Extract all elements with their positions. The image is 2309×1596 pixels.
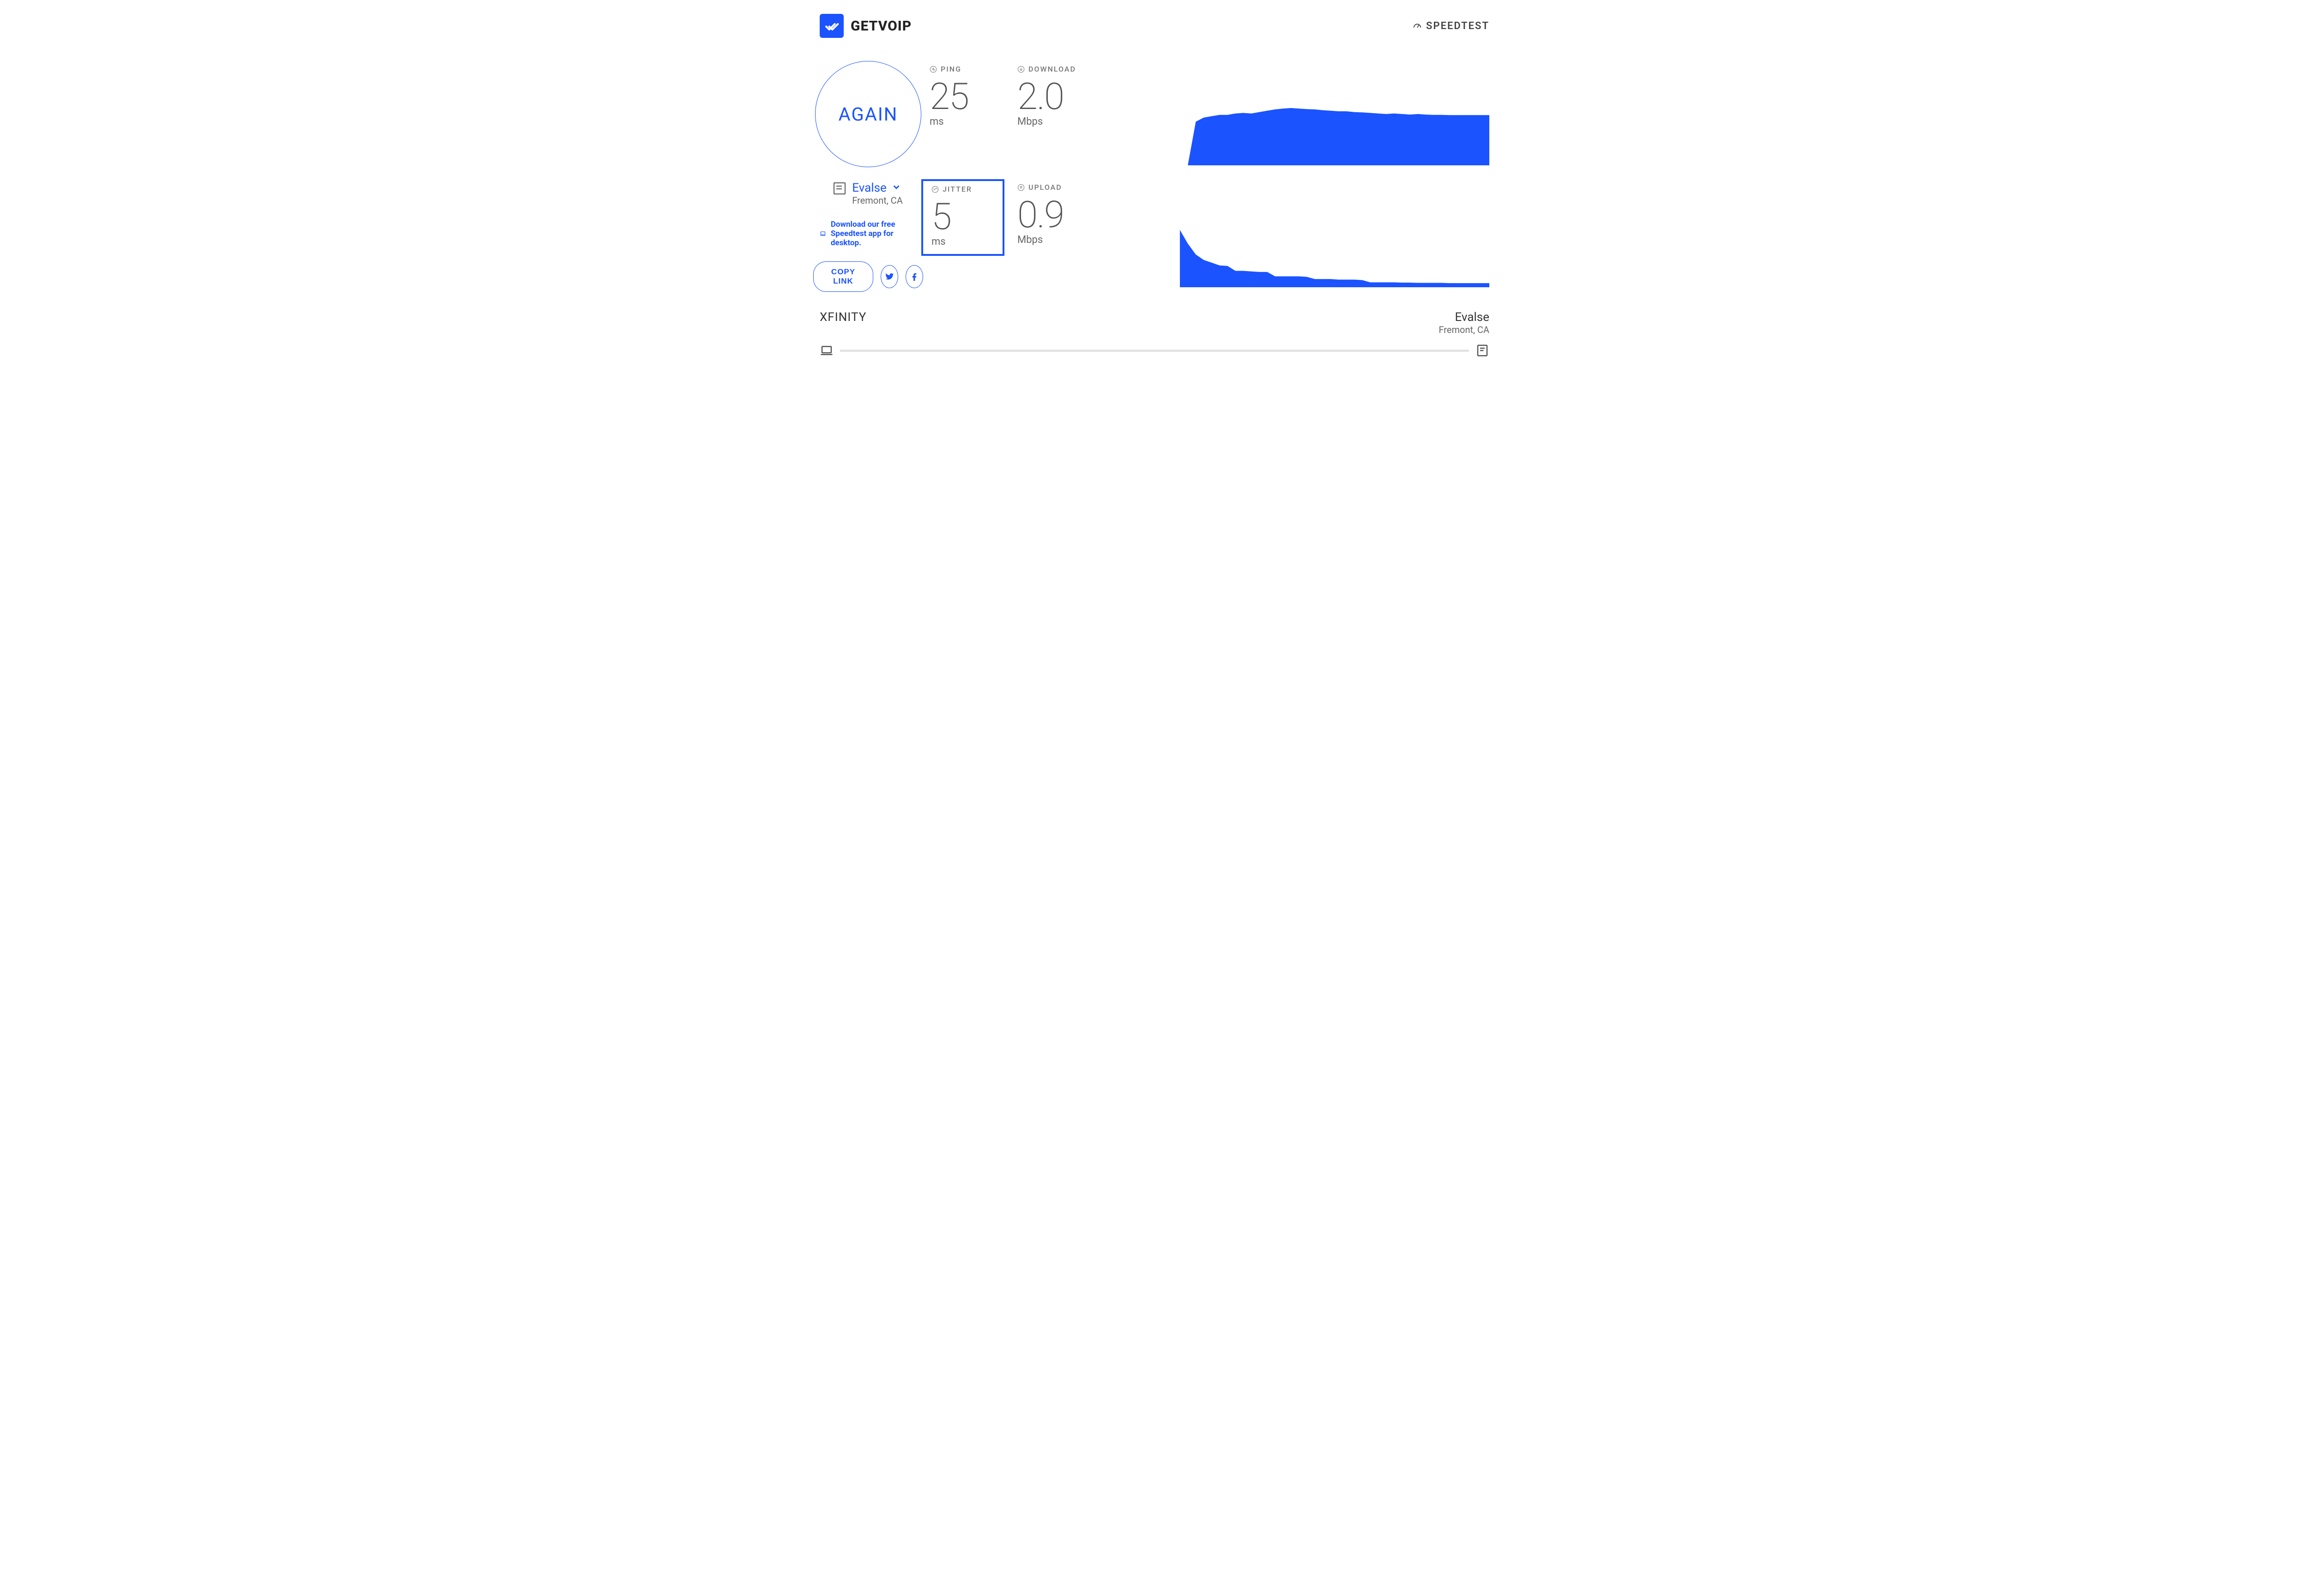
twitter-icon: [884, 272, 895, 282]
brand-logo[interactable]: GETVOIP: [820, 14, 912, 38]
download-chart: [1180, 105, 1489, 170]
server-icon: [834, 182, 846, 194]
logo-badge-icon: [820, 14, 844, 38]
isp-name: XFINITY: [820, 310, 866, 324]
jitter-label: JITTER: [943, 185, 972, 193]
connection-bar: [840, 350, 1469, 352]
facebook-icon: [909, 272, 919, 282]
ping-label: PING: [941, 65, 961, 73]
download-value: 2.0: [1017, 76, 1167, 117]
download-unit: Mbps: [1017, 116, 1167, 127]
download-block: DOWNLOAD 2.0 Mbps: [1009, 61, 1175, 134]
share-twitter-button[interactable]: [881, 265, 898, 288]
ping-value: 25: [930, 76, 996, 117]
speedtest-brand: SPEEDTEST: [1412, 20, 1489, 32]
jitter-unit: ms: [931, 236, 994, 248]
ping-icon: [930, 66, 937, 73]
jitter-value: 5: [931, 196, 994, 237]
upload-unit: Mbps: [1017, 234, 1167, 246]
server-location: Fremont, CA: [852, 195, 903, 206]
client-laptop-icon: [820, 344, 834, 357]
upload-chart: [1180, 227, 1489, 292]
upload-label: UPLOAD: [1028, 183, 1062, 192]
download-app-text: Download our free Speedtest app for desk…: [831, 220, 917, 248]
upload-block: UPLOAD 0.9 Mbps: [1009, 179, 1175, 252]
upload-icon: [1017, 184, 1025, 191]
footer-server-location: Fremont, CA: [1439, 324, 1490, 335]
again-button[interactable]: AGAIN: [815, 61, 921, 167]
server-selector[interactable]: Evalse Fremont, CA: [834, 181, 903, 206]
copy-link-button[interactable]: COPY LINK: [813, 261, 873, 292]
download-label: DOWNLOAD: [1028, 65, 1076, 73]
download-icon: [1017, 66, 1025, 73]
jitter-icon: [931, 186, 939, 193]
upload-value: 0.9: [1017, 194, 1167, 235]
gauge-icon: [1412, 21, 1422, 31]
share-facebook-button[interactable]: [906, 265, 923, 288]
download-app-link[interactable]: Download our free Speedtest app for desk…: [820, 220, 917, 248]
laptop-icon: [820, 228, 826, 240]
footer-server-name: Evalse: [1439, 310, 1490, 324]
again-label: AGAIN: [839, 103, 898, 125]
jitter-block: JITTER 5 ms: [921, 179, 1004, 256]
ping-block: PING 25 ms: [921, 61, 1004, 134]
server-name: Evalse: [852, 181, 887, 195]
server-doc-icon: [1475, 344, 1489, 357]
speedtest-label: SPEEDTEST: [1426, 20, 1489, 32]
chevron-down-icon: [891, 182, 901, 194]
logo-text: GETVOIP: [851, 18, 912, 34]
